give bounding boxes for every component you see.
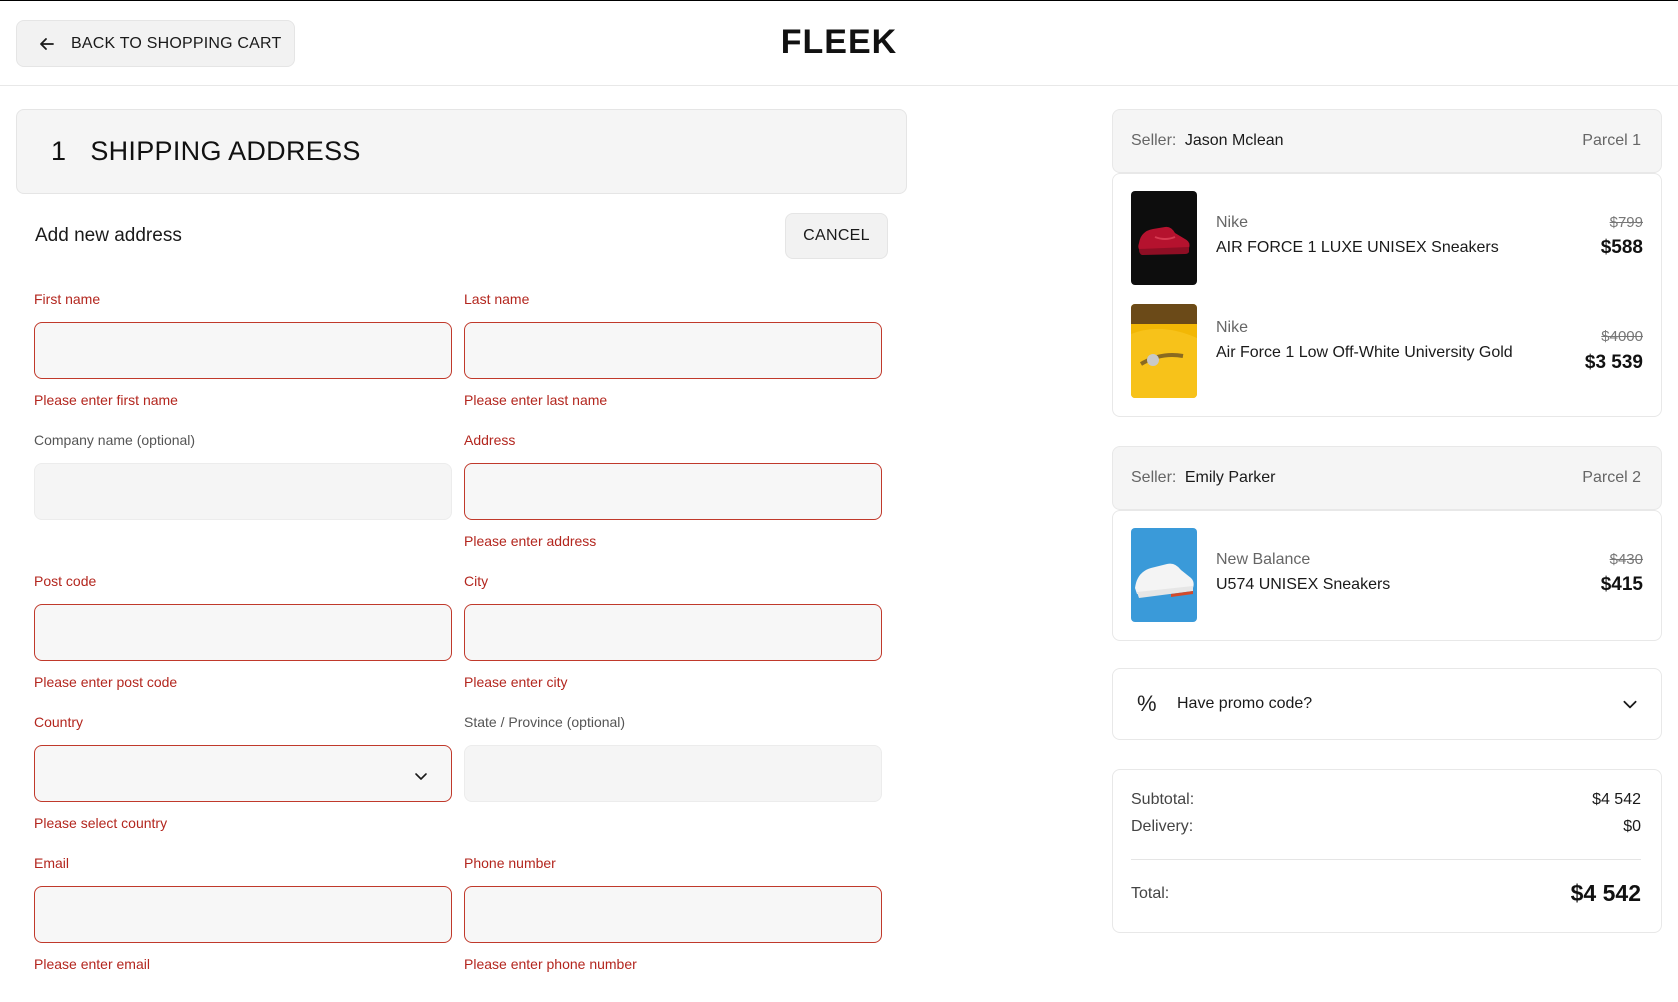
chevron-down-icon [1623, 700, 1637, 709]
total-value: $4 542 [1570, 880, 1641, 906]
item-price: $588 [1600, 237, 1643, 258]
cart-item[interactable]: Nike AIR FORCE 1 LUXE UNISEX Sneakers $7… [1131, 191, 1643, 285]
address-error: Please enter address [464, 533, 597, 549]
first-name-label: First name [34, 291, 101, 307]
phone-error: Please enter phone number [464, 956, 637, 972]
company-label: Company name (optional) [34, 432, 196, 448]
promo-code-toggle[interactable]: % Have promo code? [1112, 668, 1662, 740]
total-label: Total: [1131, 884, 1170, 902]
cart-item[interactable]: New Balance U574 UNISEX Sneakers $430 $4… [1131, 528, 1643, 622]
parcel-label: Parcel 2 [1582, 469, 1641, 486]
first-name-error: Please enter first name [34, 392, 178, 408]
city-group: City Please enter city [464, 573, 882, 690]
seller-bar-parcel-1: Seller: Jason Mclean Parcel 1 [1112, 109, 1662, 173]
delivery-row: Delivery: $0 [1131, 818, 1641, 836]
summary-divider [1131, 859, 1641, 860]
address-group: Address Please enter address [464, 432, 882, 549]
parcel-label: Parcel 1 [1582, 132, 1641, 149]
fleek-logo[interactable]: FLEEK [0, 23, 1678, 62]
state-label: State / Province (optional) [464, 714, 626, 730]
seller-name[interactable]: Emily Parker [1185, 469, 1276, 486]
total-row: Total: $4 542 [1131, 880, 1641, 907]
item-old-price: $430 [1609, 551, 1643, 568]
city-input[interactable] [464, 604, 882, 661]
company-group: Company name (optional) [34, 432, 452, 520]
subtotal-value: $4 542 [1592, 791, 1641, 808]
phone-label: Phone number [464, 855, 556, 871]
seller-name[interactable]: Jason Mclean [1185, 132, 1284, 149]
item-old-price: $4000 [1601, 328, 1643, 345]
city-label: City [464, 573, 489, 589]
phone-group: Phone number Please enter phone number [464, 855, 882, 972]
item-name[interactable]: AIR FORCE 1 LUXE UNISEX Sneakers [1216, 235, 1516, 261]
item-brand: Nike [1216, 319, 1249, 336]
step-number: 1 [51, 136, 67, 166]
phone-input[interactable] [464, 886, 882, 943]
company-input[interactable] [34, 463, 452, 520]
address-label: Address [464, 432, 516, 448]
last-name-error: Please enter last name [464, 392, 608, 408]
chevron-down-icon [415, 773, 427, 780]
post-code-label: Post code [34, 573, 97, 589]
first-name-group: First name Please enter first name [34, 291, 452, 408]
percent-icon: % [1137, 691, 1157, 716]
item-price: $3 539 [1584, 352, 1643, 373]
state-input[interactable] [464, 745, 882, 802]
last-name-group: Last name Please enter last name [464, 291, 882, 408]
first-name-input[interactable] [34, 322, 452, 379]
product-image [1131, 528, 1197, 622]
subtotal-label: Subtotal: [1131, 791, 1195, 808]
email-group: Email Please enter email [34, 855, 452, 972]
post-code-error: Please enter post code [34, 674, 178, 690]
item-price: $415 [1600, 574, 1643, 595]
post-code-input[interactable] [34, 604, 452, 661]
product-image [1131, 304, 1197, 398]
cancel-button[interactable]: CANCEL [785, 213, 888, 259]
top-header: BACK TO SHOPPING CART FLEEK [0, 1, 1678, 86]
item-old-price: $799 [1609, 214, 1643, 231]
delivery-value: $0 [1623, 818, 1641, 835]
country-select[interactable] [34, 745, 452, 802]
item-brand: New Balance [1216, 551, 1311, 568]
parcel-2-items: New Balance U574 UNISEX Sneakers $430 $4… [1112, 510, 1662, 641]
seller-bar-parcel-2: Seller: Emily Parker Parcel 2 [1112, 446, 1662, 510]
email-input[interactable] [34, 886, 452, 943]
subtotal-row: Subtotal: $4 542 [1131, 791, 1641, 809]
delivery-label: Delivery: [1131, 818, 1194, 835]
parcel-1-items: Nike AIR FORCE 1 LUXE UNISEX Sneakers $7… [1112, 173, 1662, 417]
country-label: Country [34, 714, 84, 730]
promo-label: Have promo code? [1177, 695, 1313, 712]
address-input[interactable] [464, 463, 882, 520]
order-summary: Subtotal: $4 542 Delivery: $0 Total: $4 … [1112, 769, 1662, 933]
product-image [1131, 191, 1197, 285]
seller-label: Seller: [1131, 469, 1177, 486]
last-name-label: Last name [464, 291, 530, 307]
email-label: Email [34, 855, 70, 871]
item-brand: Nike [1216, 214, 1249, 231]
country-group: Country Please select country [34, 714, 452, 831]
item-name[interactable]: U574 UNISEX Sneakers [1216, 572, 1516, 598]
last-name-input[interactable] [464, 322, 882, 379]
state-group: State / Province (optional) [464, 714, 882, 802]
item-name[interactable]: Air Force 1 Low Off-White University Gol… [1216, 340, 1516, 366]
email-error: Please enter email [34, 956, 150, 972]
country-error: Please select country [34, 815, 168, 831]
seller-label: Seller: [1131, 132, 1177, 149]
post-code-group: Post code Please enter post code [34, 573, 452, 690]
step-title: SHIPPING ADDRESS [90, 136, 361, 166]
shipping-address-step: 1 SHIPPING ADDRESS [16, 109, 907, 194]
cart-item[interactable]: Nike Air Force 1 Low Off-White Universit… [1131, 304, 1643, 398]
add-address-title: Add new address [35, 225, 182, 246]
city-error: Please enter city [464, 674, 568, 690]
